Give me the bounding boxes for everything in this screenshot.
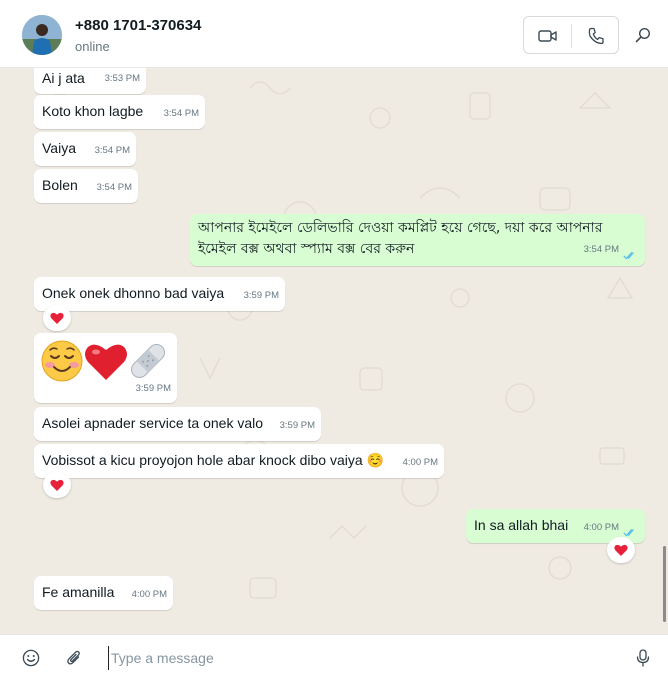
emoji-button[interactable] <box>20 647 42 669</box>
message-input[interactable] <box>108 646 608 670</box>
message-text: Asolei apnader service ta onek valo <box>42 415 264 431</box>
call-buttons-group <box>523 16 619 54</box>
message-incoming[interactable]: Asolei apnader service ta onek valo 3:59… <box>34 407 321 441</box>
emoji-icon <box>22 649 40 667</box>
video-call-button[interactable] <box>534 25 562 47</box>
message-outgoing[interactable]: আপনার ইমেইলে ডেলিভারি দেওয়া কমপ্লিট হয়… <box>190 214 645 266</box>
message-incoming[interactable]: Koto khon lagbe 3:54 PM <box>34 95 205 129</box>
message-time: 3:54 PM <box>96 182 132 193</box>
message-list-scrollbar[interactable] <box>663 546 666 622</box>
message-time: 4:00 PM <box>583 522 619 533</box>
message-incoming[interactable]: Fe amanilla 4:00 PM <box>34 576 173 610</box>
message-text: Koto khon lagbe <box>42 103 144 119</box>
voice-call-icon <box>588 27 604 45</box>
message-time: 3:59 PM <box>135 383 171 394</box>
smiling-face-emoji-icon <box>41 340 83 382</box>
paperclip-icon <box>67 650 80 665</box>
read-receipt-icon <box>623 529 634 537</box>
message-incoming[interactable]: Onek onek dhonno bad vaiya 3:59 PM <box>34 277 285 311</box>
message-text: Onek onek dhonno bad vaiya <box>42 285 225 301</box>
message-incoming[interactable]: Bolen 3:54 PM <box>34 169 138 203</box>
call-buttons-divider <box>571 24 572 48</box>
message-time: 4:00 PM <box>131 589 167 600</box>
message-time: 3:59 PM <box>279 420 315 431</box>
heart-reaction-icon <box>50 312 64 324</box>
microphone-icon <box>636 649 650 667</box>
message-time: 3:54 PM <box>583 244 619 255</box>
search-button[interactable] <box>632 24 654 46</box>
contact-name[interactable]: +880 1701-370634 <box>75 17 201 34</box>
reaction-badge[interactable] <box>43 472 71 498</box>
message-incoming[interactable]: Vobissot a kicu proyojon hole abar knock… <box>34 444 444 478</box>
search-icon <box>635 27 651 43</box>
message-text: Vaiya <box>42 140 76 156</box>
red-heart-emoji-icon <box>85 344 127 380</box>
video-call-icon <box>538 30 557 42</box>
voice-message-button[interactable] <box>632 647 654 669</box>
message-list[interactable]: Ai j ata 3:53 PM Koto khon lagbe 3:54 PM… <box>0 68 668 634</box>
message-time: 3:53 PM <box>104 73 140 84</box>
message-text: Fe amanilla <box>42 584 115 600</box>
heart-reaction-icon <box>50 479 64 491</box>
contact-status: online <box>75 39 110 54</box>
contact-avatar[interactable] <box>22 15 62 55</box>
message-text: Ai j ata <box>42 70 85 86</box>
message-text: Vobissot a kicu proyojon hole abar knock… <box>42 452 384 468</box>
message-time: 3:54 PM <box>94 145 130 156</box>
reaction-badge[interactable] <box>43 305 71 331</box>
adhesive-bandage-emoji-icon <box>131 344 165 378</box>
attach-button[interactable] <box>63 647 85 669</box>
message-time: 3:54 PM <box>163 108 199 119</box>
chat-header: +880 1701-370634 online <box>0 0 668 68</box>
read-receipt-icon <box>623 252 634 260</box>
reaction-badge[interactable] <box>607 537 635 563</box>
message-text: Bolen <box>42 177 78 193</box>
message-incoming[interactable]: Ai j ata 3:53 PM <box>34 68 146 94</box>
message-text: In sa allah bhai <box>474 517 569 533</box>
voice-call-button[interactable] <box>582 25 610 47</box>
heart-reaction-icon <box>614 544 628 556</box>
message-incoming[interactable]: Vaiya 3:54 PM <box>34 132 136 166</box>
message-text: আপনার ইমেইলে ডেলিভারি দেওয়া কমপ্লিট হয়… <box>198 220 603 257</box>
message-time: 4:00 PM <box>402 457 438 468</box>
message-incoming-emoji[interactable]: ☺️❤️🩹 3:59 PM <box>34 333 177 403</box>
message-time: 3:59 PM <box>243 290 279 301</box>
message-composer <box>0 634 668 681</box>
